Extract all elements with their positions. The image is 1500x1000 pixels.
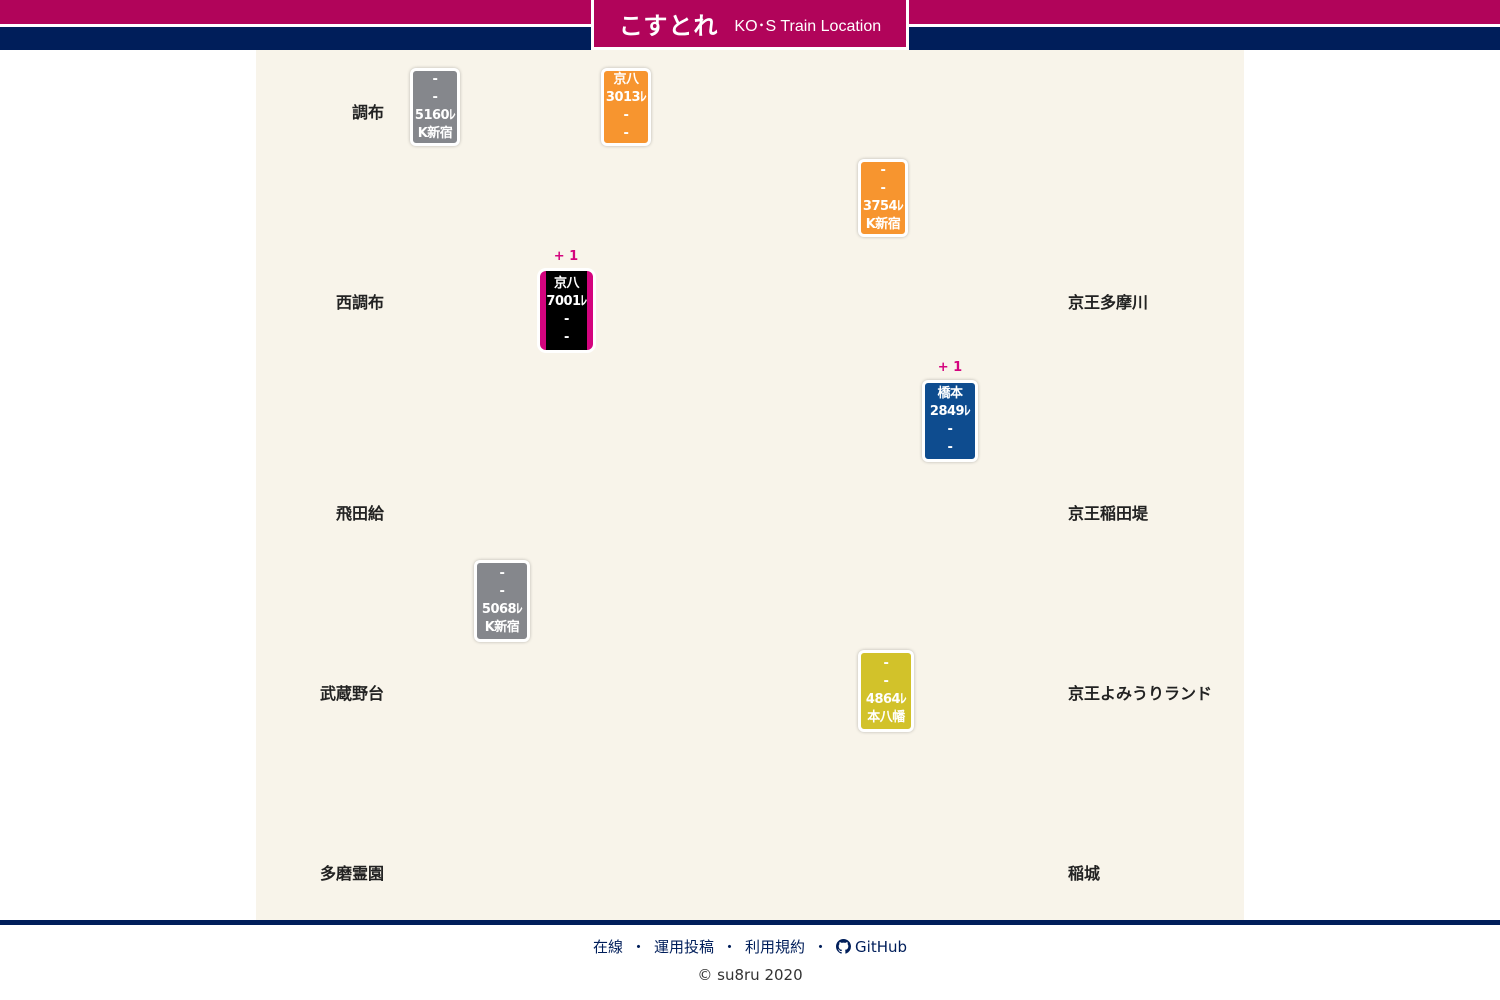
- station-tobitakyu: 飛田給: [335, 504, 384, 523]
- train-line: -: [883, 656, 889, 671]
- train-5160[interactable]: - - 5160ﾚ K新宿: [410, 68, 460, 146]
- footer-separator: ・: [722, 938, 738, 956]
- app-title-box[interactable]: こすとれ KO･S Train Location: [591, 0, 909, 50]
- footer-link-github[interactable]: GitHub: [836, 938, 907, 956]
- train-line: -: [623, 108, 629, 123]
- footer-nav: 在線・運用投稿・利用規約・ GitHub: [0, 936, 1500, 957]
- train-line: -: [883, 674, 889, 689]
- app-subtitle: KO･S Train Location: [734, 17, 882, 35]
- train-line: -: [499, 566, 505, 581]
- footer-divider: [0, 920, 1500, 925]
- train-line: -: [947, 422, 953, 437]
- train-line: -: [947, 440, 953, 455]
- train-line: -: [499, 584, 505, 599]
- train-2849[interactable]: 橋本 2849ﾚ - -: [922, 380, 978, 462]
- train-3013[interactable]: 京八 3013ﾚ - -: [601, 68, 651, 146]
- station-keio-tamagawa: 京王多摩川: [1068, 293, 1149, 312]
- train-line: -: [432, 90, 438, 105]
- station-musashinodai: 武蔵野台: [319, 684, 384, 703]
- train-line: -: [564, 329, 569, 345]
- train-map: [256, 50, 1244, 920]
- train-number: 7001ﾚ: [546, 293, 587, 309]
- app-name: こすとれ: [618, 12, 719, 40]
- train-line: -: [564, 311, 569, 327]
- footer-separator: ・: [630, 938, 646, 956]
- train-4864[interactable]: - - 4864ﾚ 本八幡: [858, 650, 914, 732]
- train-destination: 本八幡: [867, 710, 905, 725]
- footer-link-terms[interactable]: 利用規約: [745, 938, 805, 956]
- train-5068[interactable]: - - 5068ﾚ K新宿: [474, 560, 530, 642]
- station-keio-inadazutsumi: 京王稲田堤: [1068, 504, 1149, 523]
- footer-link-github-label: GitHub: [855, 938, 908, 956]
- train-2849-extra-badge: + 1: [937, 360, 963, 375]
- train-number: 5068ﾚ: [481, 602, 523, 617]
- github-icon: [836, 939, 852, 954]
- train-destination: K新宿: [865, 217, 901, 232]
- footer-link-unyo-toko[interactable]: 運用投稿: [654, 938, 714, 956]
- train-number: 5160ﾚ: [414, 108, 456, 123]
- copyright: © su8ru 2020: [697, 966, 803, 984]
- train-line: -: [432, 72, 438, 87]
- train-line: -: [880, 163, 886, 178]
- train-line: -: [880, 181, 886, 196]
- train-number: 3013ﾚ: [605, 90, 647, 105]
- station-nishi-chofu: 西調布: [335, 293, 384, 312]
- station-chofu: 調布: [351, 103, 384, 122]
- train-origin: 橋本: [937, 386, 963, 401]
- train-3754[interactable]: - - 3754ﾚ K新宿: [858, 159, 908, 237]
- train-line: -: [623, 126, 629, 141]
- train-origin: 京八: [613, 72, 639, 87]
- train-destination: K新宿: [417, 126, 453, 141]
- station-keio-yomiuri-land: 京王よみうりランド: [1068, 684, 1213, 703]
- train-number: 3754ﾚ: [862, 199, 904, 214]
- station-inagi: 稲城: [1068, 864, 1101, 883]
- train-7001[interactable]: 京八 7001ﾚ - -: [540, 271, 593, 350]
- train-destination: K新宿: [484, 620, 520, 635]
- footer-link-zaisen[interactable]: 在線: [593, 938, 623, 956]
- train-7001-extra-badge: + 1: [553, 249, 579, 264]
- train-number: 4864ﾚ: [865, 692, 907, 707]
- train-origin: 京八: [553, 275, 580, 291]
- station-tama-reien: 多磨霊園: [319, 864, 384, 883]
- footer-separator: ・: [813, 938, 829, 956]
- train-number: 2849ﾚ: [929, 404, 971, 419]
